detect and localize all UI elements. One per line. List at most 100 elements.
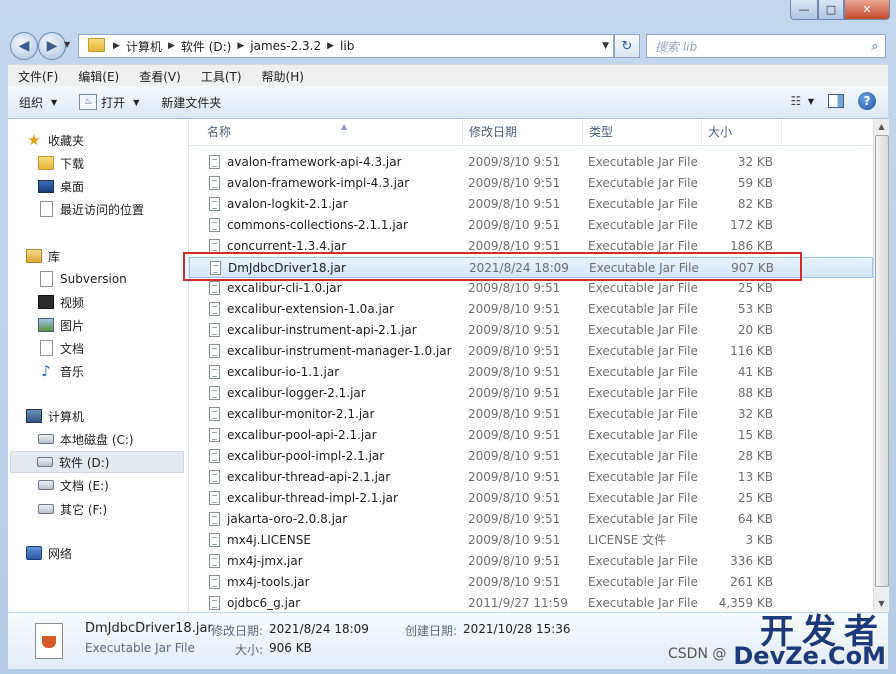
back-button[interactable]: ◀: [10, 32, 38, 60]
address-bar[interactable]: ▶ 计算机 ▶ 软件 (D:) ▶ james-2.3.2 ▶ lib ▼: [78, 34, 614, 58]
table-row[interactable]: mx4j.LICENSE 2009/8/10 9:51 LICENSE 文件 3 KB: [189, 530, 873, 551]
menu-bar: 文件(F) 编辑(E) 查看(V) 工具(T) 帮助(H): [8, 64, 888, 87]
nav-network[interactable]: 网络: [26, 542, 72, 564]
breadcrumb-drive-d[interactable]: 软件 (D:): [178, 38, 234, 55]
nav-documents[interactable]: 文档: [38, 337, 84, 359]
column-type[interactable]: 类型: [583, 119, 702, 145]
table-row[interactable]: jakarta-oro-2.0.8.jar 2009/8/10 9:51 Execu…: [189, 509, 873, 530]
recent-pages-dropdown[interactable]: ▼: [64, 40, 70, 49]
nav-music[interactable]: ♪ 音乐: [38, 360, 84, 382]
vertical-scrollbar[interactable]: ▲ ▼: [873, 119, 889, 612]
table-row[interactable]: excalibur-logger-2.1.jar 2009/8/10 9:51 Ex…: [189, 383, 873, 404]
file-icon: [209, 449, 220, 463]
column-date[interactable]: 修改日期: [463, 119, 583, 145]
nav-videos[interactable]: 视频: [38, 291, 84, 313]
nav-favorites[interactable]: ★ 收藏夹: [26, 129, 84, 151]
chevron-right-icon[interactable]: ▶: [110, 41, 123, 51]
minimize-button[interactable]: —: [790, 0, 818, 20]
nav-drive-f[interactable]: 其它 (F:): [38, 498, 107, 520]
table-row[interactable]: avalon-framework-api-4.3.jar 2009/8/10 9:…: [189, 152, 873, 173]
nav-drive-d[interactable]: 软件 (D:): [10, 451, 184, 473]
table-row[interactable]: excalibur-pool-impl-2.1.jar 2009/8/10 9:5…: [189, 446, 873, 467]
caption-buttons: — □ ✕: [790, 0, 890, 20]
chevron-right-icon[interactable]: ▶: [234, 41, 247, 51]
chevron-right-icon[interactable]: ▶: [165, 41, 178, 51]
file-type: Executable Jar File: [588, 365, 698, 379]
file-date: 2009/8/10 9:51: [468, 512, 561, 526]
nav-computer[interactable]: 计算机: [26, 405, 84, 427]
file-icon: [209, 470, 220, 484]
table-row[interactable]: DmJdbcDriver18.jar 2021/8/24 18:09 Executa…: [189, 257, 873, 278]
table-row[interactable]: excalibur-io-1.1.jar 2009/8/10 9:51 Execut…: [189, 362, 873, 383]
table-row[interactable]: excalibur-pool-api-2.1.jar 2009/8/10 9:51…: [189, 425, 873, 446]
table-row[interactable]: excalibur-extension-1.0a.jar 2009/8/10 9:…: [189, 299, 873, 320]
nav-subversion[interactable]: Subversion: [38, 268, 127, 290]
sort-ascending-icon: ▲: [341, 122, 348, 131]
menu-edit[interactable]: 编辑(E): [68, 68, 129, 85]
nav-pictures-label: 图片: [60, 318, 85, 333]
table-row[interactable]: concurrent-1.3.4.jar 2009/8/10 9:51 Execut…: [189, 236, 873, 257]
menu-view[interactable]: 查看(V): [129, 68, 191, 85]
scrollbar-thumb[interactable]: [875, 135, 889, 587]
file-date: 2011/9/27 11:59: [468, 596, 568, 610]
nav-videos-label: 视频: [60, 295, 85, 310]
file-size: 88 KB: [737, 386, 773, 400]
column-name[interactable]: ▲ 名称: [201, 119, 463, 145]
file-date: 2009/8/10 9:51: [468, 554, 561, 568]
nav-recent[interactable]: 最近访问的位置: [38, 198, 144, 220]
system-drive-icon: [38, 432, 54, 446]
details-size-value: 906 KB: [269, 641, 312, 655]
table-row[interactable]: mx4j-jmx.jar 2009/8/10 9:51 Executable Jar…: [189, 551, 873, 572]
breadcrumb-james[interactable]: james-2.3.2: [247, 39, 324, 53]
column-size[interactable]: 大小: [702, 119, 782, 145]
table-row[interactable]: avalon-logkit-2.1.jar 2009/8/10 9:51 Execu…: [189, 194, 873, 215]
change-view-button[interactable]: ☷ ▼: [788, 94, 814, 108]
breadcrumb-computer[interactable]: 计算机: [123, 38, 165, 55]
maximize-button[interactable]: □: [818, 0, 844, 20]
file-name: mx4j-tools.jar: [227, 575, 310, 589]
open-button[interactable]: ♨ 打开 ▼: [68, 94, 150, 111]
forward-button[interactable]: ▶: [38, 32, 66, 60]
details-filename: DmJdbcDriver18.jar: [85, 621, 213, 636]
search-box[interactable]: 搜索 lib ⌕: [646, 34, 886, 58]
chevron-right-icon[interactable]: ▶: [324, 41, 337, 51]
nav-drive-c[interactable]: 本地磁盘 (C:): [38, 428, 134, 450]
table-row[interactable]: excalibur-monitor-2.1.jar 2009/8/10 9:51 E…: [189, 404, 873, 425]
nav-desktop[interactable]: 桌面: [38, 175, 84, 197]
file-size: 53 KB: [737, 302, 773, 316]
table-row[interactable]: excalibur-thread-impl-2.1.jar 2009/8/10 9…: [189, 488, 873, 509]
table-row[interactable]: avalon-framework-impl-4.3.jar 2009/8/10 9…: [189, 173, 873, 194]
table-row[interactable]: excalibur-instrument-api-2.1.jar 2009/8/1…: [189, 320, 873, 341]
file-name: excalibur-monitor-2.1.jar: [227, 407, 375, 421]
breadcrumb-lib[interactable]: lib: [337, 39, 357, 53]
organize-button[interactable]: 组织 ▼: [8, 94, 68, 111]
nav-libraries[interactable]: 库: [26, 245, 60, 267]
file-icon: [209, 407, 220, 421]
file-size: 59 KB: [737, 176, 773, 190]
details-filetype: Executable Jar File: [85, 641, 195, 655]
nav-pictures[interactable]: 图片: [38, 314, 84, 336]
new-folder-button[interactable]: 新建文件夹: [150, 94, 232, 111]
help-icon[interactable]: ?: [858, 92, 876, 110]
drive-icon: [37, 455, 53, 469]
table-row[interactable]: commons-collections-2.1.1.jar 2009/8/10 9…: [189, 215, 873, 236]
scroll-up-icon[interactable]: ▲: [874, 119, 889, 135]
table-row[interactable]: mx4j-tools.jar 2009/8/10 9:51 Executable J…: [189, 572, 873, 593]
preview-pane-icon[interactable]: [828, 94, 844, 108]
table-row[interactable]: excalibur-instrument-manager-1.0.jar 2009…: [189, 341, 873, 362]
table-row[interactable]: excalibur-thread-api-2.1.jar 2009/8/10 9:…: [189, 467, 873, 488]
nav-downloads[interactable]: 下载: [38, 152, 84, 174]
search-input[interactable]: 搜索 lib: [647, 38, 865, 55]
file-name: excalibur-io-1.1.jar: [227, 365, 340, 379]
close-button[interactable]: ✕: [844, 0, 890, 20]
menu-help[interactable]: 帮助(H): [252, 68, 314, 85]
menu-tools[interactable]: 工具(T): [191, 68, 252, 85]
column-type-label: 类型: [589, 125, 614, 139]
nav-drive-e[interactable]: 文档 (E:): [38, 474, 109, 496]
refresh-button[interactable]: ↻: [614, 34, 640, 58]
address-dropdown-icon[interactable]: ▼: [602, 41, 609, 51]
table-row[interactable]: excalibur-cli-1.0.jar 2009/8/10 9:51 Execu…: [189, 278, 873, 299]
menu-file[interactable]: 文件(F): [8, 68, 68, 85]
file-size: 116 KB: [730, 344, 773, 358]
search-icon[interactable]: ⌕: [865, 39, 885, 54]
